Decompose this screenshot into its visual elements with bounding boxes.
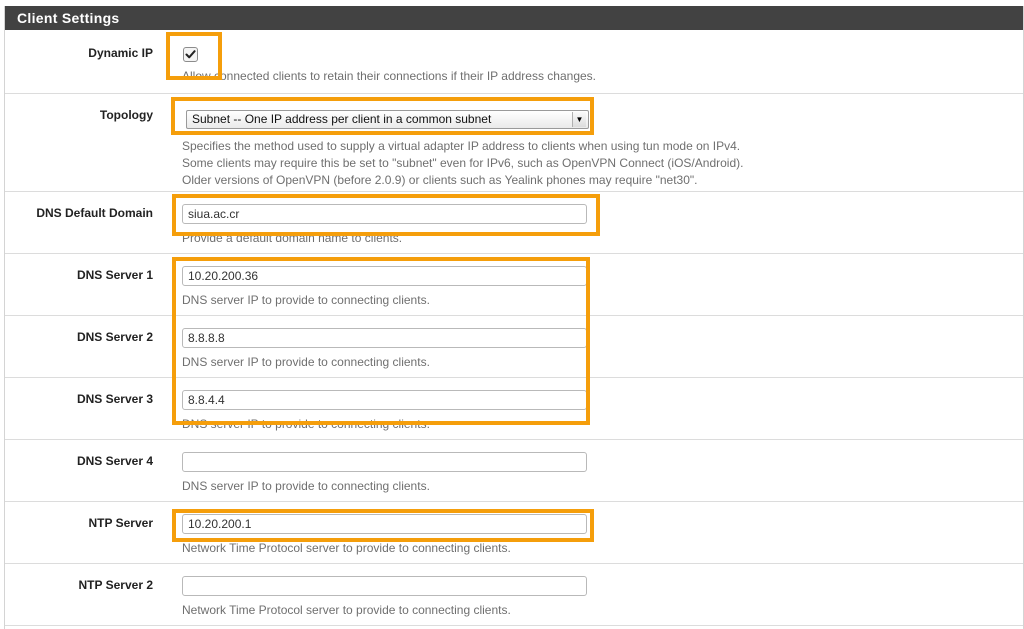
row-dns-server-3: DNS Server 3 DNS server IP to provide to…	[5, 378, 1023, 440]
check-icon	[185, 50, 196, 59]
client-settings-panel: Client Settings Dynamic IP Allow connect…	[4, 6, 1024, 629]
panel-title: Client Settings	[5, 6, 1023, 30]
ntp-server-label: NTP Server	[88, 516, 153, 530]
dns-server-1-input[interactable]	[182, 266, 587, 286]
ntp-server-2-help: Network Time Protocol server to provide …	[182, 603, 511, 617]
chevron-down-icon: ▼	[572, 112, 586, 127]
dns-server-2-help: DNS server IP to provide to connecting c…	[182, 355, 430, 369]
dynamic-ip-help: Allow connected clients to retain their …	[182, 69, 597, 83]
dns-server-3-help: DNS server IP to provide to connecting c…	[182, 417, 430, 431]
topology-select[interactable]: Subnet -- One IP address per client in a…	[186, 110, 589, 129]
dns-server-1-help: DNS server IP to provide to connecting c…	[182, 293, 430, 307]
dynamic-ip-label: Dynamic IP	[88, 46, 153, 60]
row-dns-server-2: DNS Server 2 DNS server IP to provide to…	[5, 316, 1023, 378]
row-ntp-server-2: NTP Server 2 Network Time Protocol serve…	[5, 564, 1023, 626]
dns-server-4-input[interactable]	[182, 452, 587, 472]
row-topology: Topology Subnet -- One IP address per cl…	[5, 94, 1023, 192]
dns-server-2-label: DNS Server 2	[76, 330, 153, 344]
row-dynamic-ip: Dynamic IP Allow connected clients to re…	[5, 30, 1023, 94]
dynamic-ip-checkbox[interactable]	[183, 47, 198, 62]
topology-help-3: Older versions of OpenVPN (before 2.0.9)…	[182, 173, 698, 187]
topology-help-1: Specifies the method used to supply a vi…	[182, 139, 741, 153]
topology-help-2: Some clients may require this be set to …	[182, 156, 744, 170]
dns-server-1-label: DNS Server 1	[76, 268, 153, 282]
row-dns-default-domain: DNS Default Domain Provide a default dom…	[5, 192, 1023, 254]
dns-server-4-label: DNS Server 4	[76, 454, 153, 468]
dns-server-2-input[interactable]	[182, 328, 587, 348]
topology-label: Topology	[99, 108, 153, 122]
ntp-server-2-input[interactable]	[182, 576, 587, 596]
row-ntp-server: NTP Server Network Time Protocol server …	[5, 502, 1023, 564]
row-dns-server-1: DNS Server 1 DNS server IP to provide to…	[5, 254, 1023, 316]
ntp-server-input[interactable]	[182, 514, 587, 534]
dns-server-4-help: DNS server IP to provide to connecting c…	[182, 479, 430, 493]
dns-default-domain-label: DNS Default Domain	[36, 206, 153, 220]
topology-selected-value: Subnet -- One IP address per client in a…	[192, 112, 492, 126]
row-dns-server-4: DNS Server 4 DNS server IP to provide to…	[5, 440, 1023, 502]
dns-default-domain-input[interactable]	[182, 204, 587, 224]
dns-server-3-input[interactable]	[182, 390, 587, 410]
ntp-server-2-label: NTP Server 2	[78, 578, 154, 592]
dns-default-domain-help: Provide a default domain name to clients…	[182, 231, 403, 245]
dns-server-3-label: DNS Server 3	[76, 392, 153, 406]
ntp-server-help: Network Time Protocol server to provide …	[182, 541, 511, 555]
